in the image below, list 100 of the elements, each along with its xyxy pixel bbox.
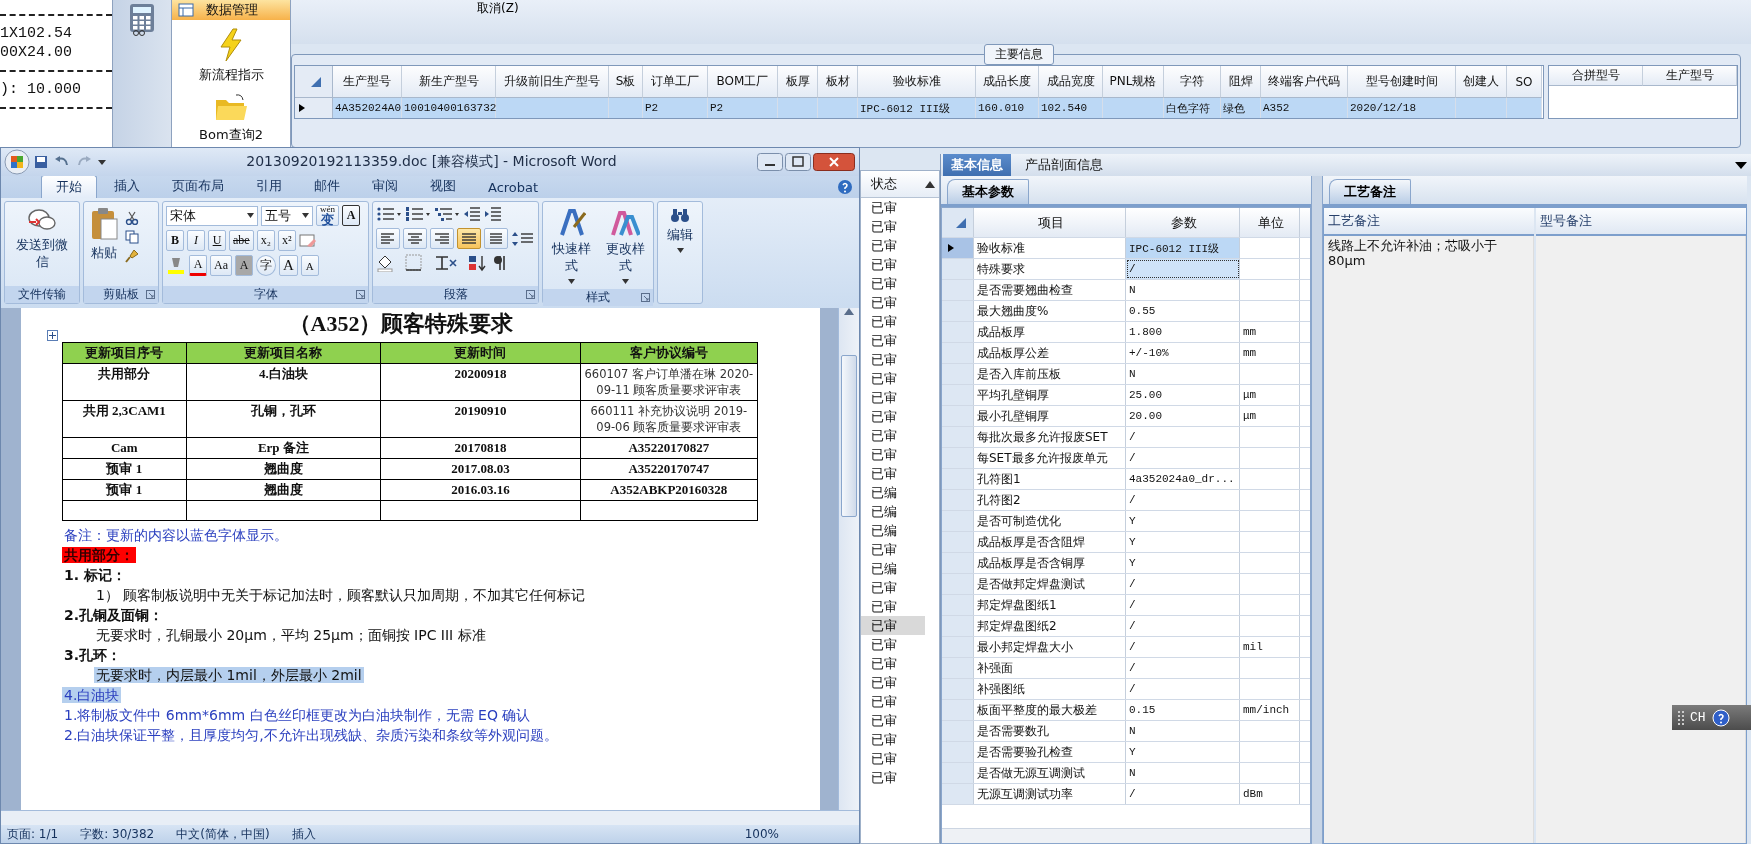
- minimize-icon[interactable]: [757, 153, 783, 171]
- format-button[interactable]: I: [187, 230, 205, 251]
- nav-header[interactable]: 数据管理: [172, 0, 290, 20]
- highlighter-icon[interactable]: [166, 255, 186, 276]
- ribbon-tab[interactable]: 引用: [241, 174, 297, 198]
- column-header[interactable]: 合拼型号: [1549, 66, 1643, 86]
- status-item[interactable]: 已编: [861, 559, 925, 578]
- table-cell[interactable]: /: [1126, 448, 1240, 468]
- column-header[interactable]: 新生产型号: [402, 66, 496, 98]
- scrollbar[interactable]: [838, 308, 859, 810]
- table-cell[interactable]: /: [1126, 784, 1240, 804]
- status-item[interactable]: 已审: [861, 293, 925, 312]
- brush-icon[interactable]: [125, 249, 139, 263]
- status-item[interactable]: 已审: [861, 730, 925, 749]
- column-header[interactable]: 创建人: [1456, 66, 1507, 98]
- table-cell[interactable]: +/-10%: [1126, 343, 1240, 363]
- character-border-button[interactable]: A: [342, 205, 360, 226]
- dialog-launcher-icon[interactable]: [146, 290, 155, 299]
- status-item[interactable]: 已审: [861, 426, 925, 445]
- column-header[interactable]: PNL规格: [1103, 66, 1164, 98]
- align-button[interactable]: [430, 228, 454, 249]
- table-cell[interactable]: 20.00: [1126, 406, 1240, 426]
- column-header[interactable]: 型号创建时间: [1348, 66, 1456, 98]
- ribbon-tab[interactable]: 审阅: [357, 174, 413, 198]
- align-button[interactable]: [457, 228, 481, 249]
- style-button[interactable]: 快速样式: [546, 205, 596, 286]
- status-item[interactable]: 已审: [861, 312, 925, 331]
- font-size-field[interactable]: 五号: [261, 205, 313, 226]
- language-label[interactable]: CH: [1690, 710, 1706, 725]
- status-item[interactable]: 已审: [861, 768, 925, 787]
- multilevel-list-icon[interactable]: [434, 205, 460, 223]
- tab[interactable]: 基本参数: [947, 179, 1029, 204]
- tab[interactable]: 工艺备注: [1329, 179, 1411, 204]
- table-cell[interactable]: /: [1126, 574, 1240, 594]
- ribbon-tab[interactable]: 开始: [41, 175, 97, 198]
- column-header[interactable]: 单位: [1240, 208, 1300, 237]
- table-cell[interactable]: 1.800: [1126, 322, 1240, 342]
- table-cell[interactable]: N: [1126, 280, 1240, 300]
- caret-icon[interactable]: [98, 158, 106, 166]
- help-icon[interactable]: [1711, 708, 1730, 727]
- ribbon-tab[interactable]: 邮件: [299, 174, 355, 198]
- table-cell[interactable]: /: [1126, 616, 1240, 636]
- row-header[interactable]: [942, 238, 974, 258]
- column-header[interactable]: 参数: [1126, 208, 1240, 237]
- outdent-icon[interactable]: [463, 205, 481, 223]
- status-item[interactable]: 已审: [861, 616, 925, 635]
- status-item[interactable]: 已审: [861, 388, 925, 407]
- table-cell[interactable]: /: [1126, 679, 1240, 699]
- tab[interactable]: 基本信息: [943, 154, 1011, 176]
- help-icon[interactable]: [837, 179, 853, 195]
- status-item[interactable]: 已编: [861, 521, 925, 540]
- column-header[interactable]: 生产型号: [333, 66, 402, 98]
- ribbon-tab[interactable]: 插入: [99, 174, 155, 198]
- column-header[interactable]: 升级前旧生产型号: [496, 66, 609, 98]
- maximize-icon[interactable]: [785, 153, 811, 171]
- column-header[interactable]: BOM工厂: [708, 66, 778, 98]
- format-button[interactable]: A: [235, 255, 253, 276]
- column-header[interactable]: 成品宽度: [1039, 66, 1103, 98]
- status-item[interactable]: 已审: [861, 692, 925, 711]
- scissors-icon[interactable]: [125, 211, 139, 225]
- save-icon[interactable]: [34, 155, 48, 169]
- status-item[interactable]: 已审: [861, 711, 925, 730]
- status-item[interactable]: 已审: [861, 407, 925, 426]
- column-header[interactable]: 终端客户代码: [1261, 66, 1348, 98]
- numbered-list-icon[interactable]: [405, 205, 431, 223]
- dialog-launcher-icon[interactable]: [356, 290, 365, 299]
- status-item[interactable]: 已审: [861, 255, 925, 274]
- status-item[interactable]: 已审: [861, 350, 925, 369]
- table-cell[interactable]: 0.55: [1126, 301, 1240, 321]
- table-cell[interactable]: /: [1126, 427, 1240, 447]
- scrollbar[interactable]: [1, 810, 859, 825]
- align-button[interactable]: [484, 228, 508, 249]
- clear-format-icon[interactable]: [298, 231, 317, 250]
- column-header[interactable]: 字符: [1164, 66, 1221, 98]
- table-cell[interactable]: Y: [1126, 553, 1240, 573]
- format-button[interactable]: A: [300, 255, 319, 276]
- text-area[interactable]: 线路上不允许补油；芯吸小于80μm: [1324, 236, 1534, 843]
- column-header[interactable]: 验收标准: [858, 66, 976, 98]
- status-item[interactable]: 已审: [861, 540, 925, 559]
- column-header[interactable]: 订单工厂: [643, 66, 708, 98]
- copy-icon[interactable]: [125, 230, 139, 244]
- status-item[interactable]: 已审: [861, 749, 925, 768]
- ribbon-tab[interactable]: 视图: [415, 174, 471, 198]
- format-button[interactable]: 字: [256, 255, 276, 276]
- column-header[interactable]: 板材: [818, 66, 858, 98]
- format-button[interactable]: A: [279, 255, 298, 276]
- format-button[interactable]: x₂: [256, 230, 275, 251]
- close-icon[interactable]: [813, 153, 855, 171]
- format-button[interactable]: abe: [229, 230, 254, 251]
- dialog-launcher-icon[interactable]: [641, 293, 650, 302]
- bullet-list-icon[interactable]: [376, 205, 402, 223]
- status-item[interactable]: 已审: [861, 274, 925, 293]
- nav-item[interactable]: Bom查询2: [199, 126, 263, 144]
- format-button[interactable]: Aa: [210, 255, 232, 276]
- status-item[interactable]: 已编: [861, 483, 925, 502]
- format-button[interactable]: U: [208, 230, 226, 251]
- column-header[interactable]: S板: [609, 66, 643, 98]
- dropdown-icon[interactable]: [1735, 161, 1747, 169]
- send-to-wechat-button[interactable]: 发送到微信: [8, 205, 76, 273]
- table-cell[interactable]: /: [1126, 259, 1240, 279]
